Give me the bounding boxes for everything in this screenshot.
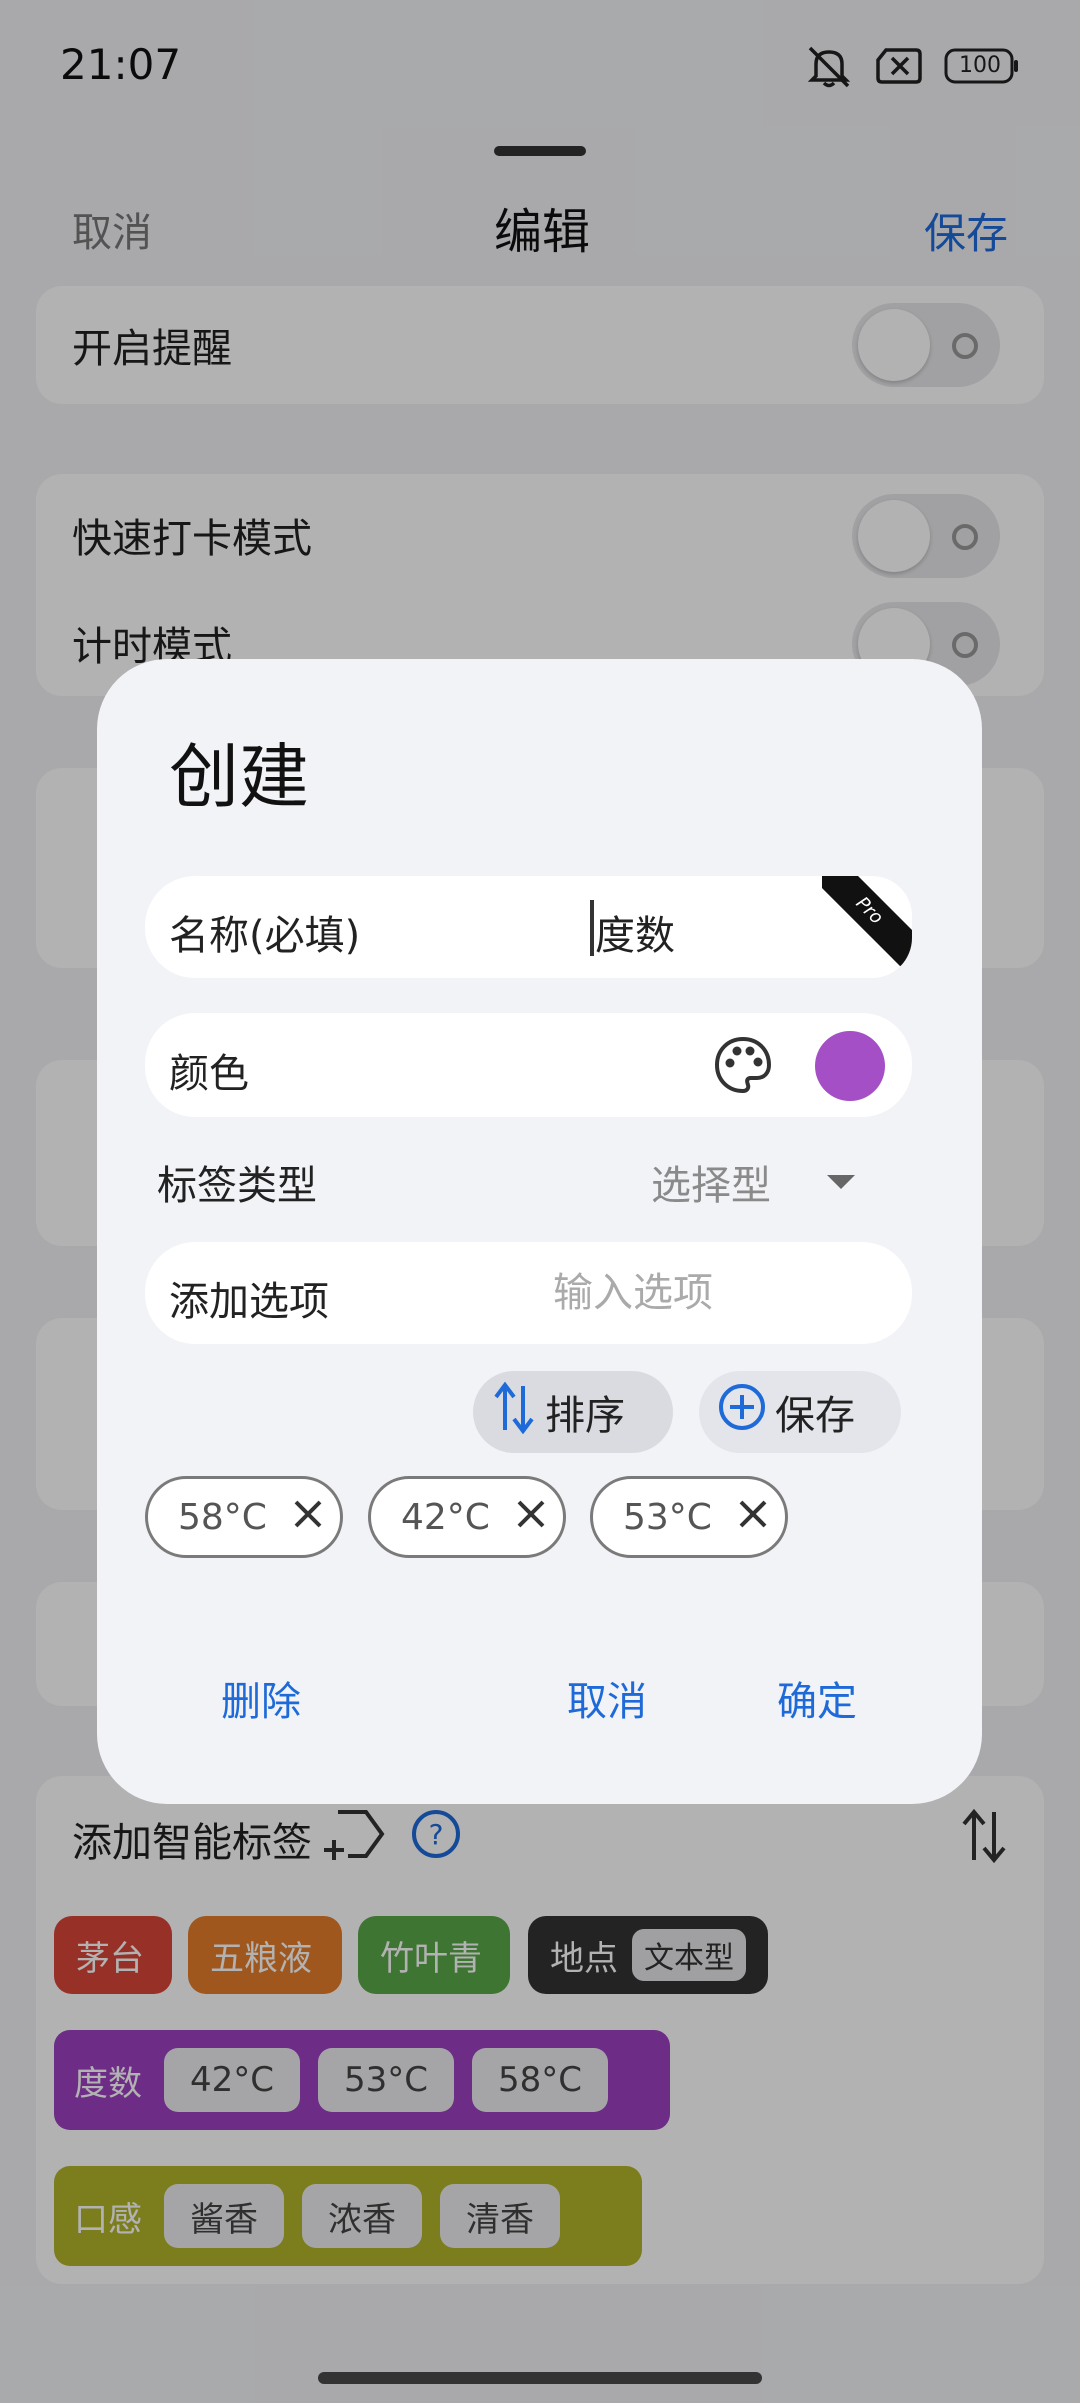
palette-icon[interactable]: [713, 1035, 773, 1099]
add-circle-icon: [717, 1382, 775, 1442]
cancel-button[interactable]: 取消: [567, 1669, 647, 1727]
dropdown-arrow-icon[interactable]: [827, 1175, 855, 1189]
sort-button[interactable]: 排序: [473, 1371, 673, 1453]
option-chip[interactable]: 53°C: [590, 1476, 788, 1558]
option-input[interactable]: [553, 1264, 883, 1322]
delete-button[interactable]: 删除: [221, 1669, 301, 1727]
home-indicator[interactable]: [318, 2372, 762, 2384]
close-icon[interactable]: [293, 1497, 323, 1538]
close-icon[interactable]: [516, 1497, 546, 1538]
color-swatch[interactable]: [815, 1031, 885, 1101]
tag-type-label: 标签类型: [157, 1163, 317, 1209]
name-label: 名称(必填): [169, 913, 361, 959]
pro-badge: Pro: [822, 876, 912, 966]
option-chip[interactable]: 58°C: [145, 1476, 343, 1558]
color-field[interactable]: 颜色: [145, 1013, 912, 1117]
option-chip[interactable]: 42°C: [368, 1476, 566, 1558]
tag-type-select[interactable]: 选择型: [651, 1153, 771, 1211]
dialog-title: 创建: [169, 736, 309, 818]
text-caret: [590, 900, 594, 956]
close-icon[interactable]: [738, 1497, 768, 1538]
confirm-button[interactable]: 确定: [777, 1669, 857, 1727]
add-option-field[interactable]: 添加选项: [145, 1242, 912, 1344]
name-field[interactable]: 名称(必填) 度数 Pro: [145, 876, 912, 978]
name-input[interactable]: 度数: [595, 903, 675, 961]
save-option-button[interactable]: 保存: [699, 1371, 901, 1453]
create-tag-dialog: 创建 名称(必填) 度数 Pro 颜色 标签类型 选择型 添加选项 排序 保存 …: [97, 659, 982, 1804]
color-label: 颜色: [169, 1051, 249, 1097]
sort-icon: [491, 1380, 545, 1444]
add-option-label: 添加选项: [169, 1279, 329, 1325]
